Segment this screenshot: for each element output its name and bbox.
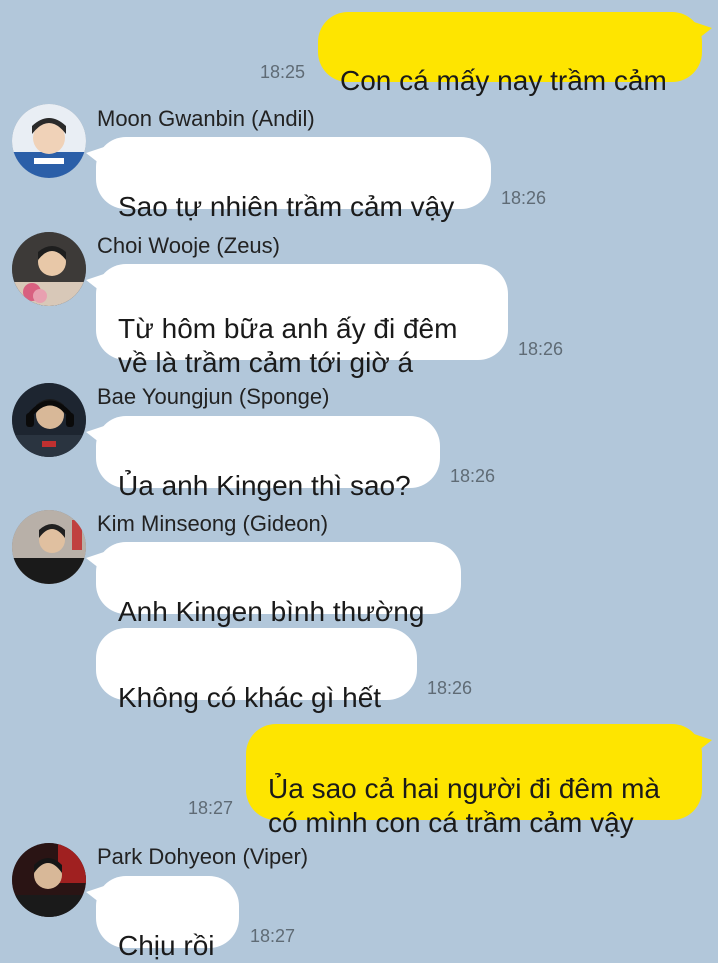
message-text: Sao tự nhiên trầm cảm vậy — [118, 191, 455, 222]
avatar-sponge[interactable] — [12, 383, 86, 457]
message-timestamp: 18:26 — [518, 339, 564, 359]
incoming-message-bubble[interactable]: Chịu rồi — [86, 876, 239, 961]
avatar-gideon[interactable] — [12, 510, 86, 584]
avatar-viper[interactable] — [12, 843, 86, 917]
sender-name: Choi Wooje (Zeus) — [97, 233, 280, 258]
sender-name: Kim Minseong (Gideon) — [97, 511, 329, 536]
avatar-image — [12, 232, 86, 306]
incoming-message-bubble[interactable]: Ủa anh Kingen thì sao? — [86, 416, 440, 501]
avatar-image — [12, 383, 86, 457]
incoming-message-bubble[interactable]: Từ hôm bữa anh ấy đi đêm về là trầm cảm … — [86, 264, 508, 378]
chat-area[interactable]: Con cá mấy nay trầm cảm 18:25 Moon Gwanb… — [0, 0, 718, 961]
message-timestamp: 18:26 — [501, 188, 547, 208]
outgoing-message-bubble[interactable]: Con cá mấy nay trầm cảm — [318, 12, 712, 96]
avatar-image — [12, 104, 86, 178]
incoming-message-bubble[interactable]: Sao tự nhiên trầm cảm vậy — [86, 137, 491, 222]
message-text: Ủa anh Kingen thì sao? — [118, 470, 411, 501]
outgoing-message-bubble[interactable]: Ủa sao cả hai người đi đêm mà có mình co… — [246, 724, 712, 838]
message-text: Con cá mấy nay trầm cảm — [340, 65, 667, 96]
message-timestamp: 18:27 — [188, 798, 234, 818]
avatar-image — [12, 843, 86, 917]
message-timestamp: 18:26 — [450, 466, 496, 486]
message-timestamp: 18:25 — [260, 62, 306, 82]
message-text: Ủa sao cả hai người đi đêm mà có mình co… — [268, 773, 660, 838]
sender-name: Bae Youngjun (Sponge) — [97, 384, 330, 409]
message-text: Từ hôm bữa anh ấy đi đêm về là trầm cảm … — [118, 313, 458, 378]
sender-name: Park Dohyeon (Viper) — [97, 844, 309, 869]
message-text: Không có khác gì hết — [118, 682, 382, 713]
message-timestamp: 18:27 — [250, 926, 296, 946]
sender-name: Moon Gwanbin (Andil) — [97, 106, 315, 131]
avatar-zeus[interactable] — [12, 232, 86, 306]
incoming-message-bubble[interactable]: Anh Kingen bình thường — [86, 542, 461, 627]
message-text: Anh Kingen bình thường — [118, 596, 425, 627]
incoming-message-bubble[interactable]: Không có khác gì hết — [96, 628, 417, 713]
avatar-andil[interactable] — [12, 104, 86, 178]
message-text: Chịu rồi — [118, 930, 215, 961]
avatar-image — [12, 510, 86, 584]
message-timestamp: 18:26 — [427, 678, 473, 698]
